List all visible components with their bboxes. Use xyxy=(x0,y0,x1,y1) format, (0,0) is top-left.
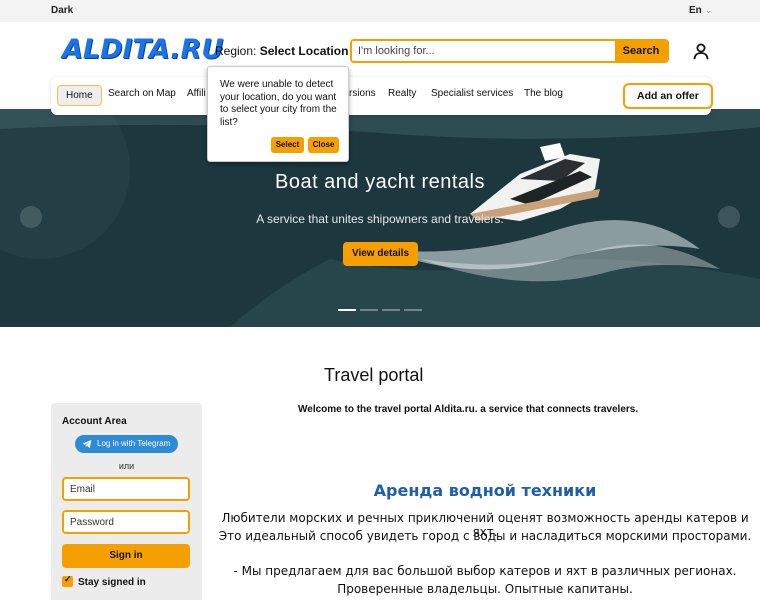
nav-item-excursions[interactable]: rsions xyxy=(349,88,376,99)
search-input[interactable] xyxy=(352,41,616,61)
main-nav: Home Search on Map Affili rsions Realty … xyxy=(51,77,713,115)
checkmark-icon: ✓ xyxy=(64,574,72,584)
search-bar: Search xyxy=(350,39,669,63)
article-paragraph: Проверенные владельцы. Опытные капитаны. xyxy=(337,582,633,596)
nav-item-realty[interactable]: Realty xyxy=(388,88,416,99)
top-bar: Dark En ⌄ xyxy=(0,0,760,22)
region-selector[interactable]: Region: Select Location⌄ xyxy=(215,44,359,58)
slider-dot[interactable] xyxy=(360,309,378,311)
hero-title: Boat and yacht rentals xyxy=(274,171,485,193)
location-popup-message: We were unable to detect your location, … xyxy=(220,79,337,128)
nav-item-search-on-map[interactable]: Search on Map xyxy=(108,88,176,99)
page-title: Travel portal xyxy=(324,365,424,385)
checkbox-checked[interactable]: ✓ xyxy=(62,574,73,587)
chevron-down-icon: ⌄ xyxy=(704,5,713,15)
stay-signed-in-label: Stay signed in xyxy=(78,577,146,588)
view-details-button[interactable]: View details xyxy=(343,242,418,266)
search-button[interactable]: Search xyxy=(615,41,667,61)
add-offer-button[interactable]: Add an offer xyxy=(623,83,713,109)
nav-item-blog[interactable]: The blog xyxy=(524,88,563,99)
telegram-login-button[interactable]: Log in with Telegram xyxy=(75,435,178,453)
telegram-icon xyxy=(82,440,92,448)
location-popup: We were unable to detect your location, … xyxy=(207,66,349,162)
hero-subtitle: A service that unites shipowners and tra… xyxy=(256,212,504,226)
article-paragraph: Это идеальный способ увидеть город с вод… xyxy=(218,529,752,543)
nav-item-affiliate[interactable]: Affili xyxy=(187,88,206,99)
theme-toggle[interactable]: Dark xyxy=(51,5,73,16)
region-value: Select Location xyxy=(259,44,349,58)
article-paragraph: - Мы предлагаем для вас большой выбор ка… xyxy=(233,564,737,578)
telegram-login-label: Log in with Telegram xyxy=(97,439,171,448)
hero-slider: Boat and yacht rentals A service that un… xyxy=(0,109,760,327)
slider-dots xyxy=(338,309,422,312)
slider-dot[interactable] xyxy=(338,309,356,311)
slider-dot[interactable] xyxy=(382,309,400,311)
close-popup-button[interactable]: Close xyxy=(308,137,339,153)
password-field[interactable] xyxy=(62,510,190,534)
language-selector[interactable]: En ⌄ xyxy=(689,5,712,16)
nav-item-specialist-services[interactable]: Specialist services xyxy=(431,88,513,99)
account-panel: Account Area Log in with Telegram или Si… xyxy=(51,403,202,600)
welcome-text: Welcome to the travel portal Aldita.ru. … xyxy=(298,404,639,415)
language-label: En xyxy=(689,5,702,16)
or-divider: или xyxy=(118,461,135,471)
account-title: Account Area xyxy=(62,416,127,427)
slider-dot[interactable] xyxy=(404,309,422,311)
select-city-button[interactable]: Select xyxy=(271,137,304,153)
site-logo[interactable]: ALDITA.RU xyxy=(62,34,223,65)
article-title: Аренда водной техники xyxy=(373,481,597,500)
user-icon[interactable] xyxy=(692,42,710,60)
region-label: Region: xyxy=(215,44,257,58)
sign-in-button[interactable]: Sign in xyxy=(62,544,190,568)
nav-item-home[interactable]: Home xyxy=(57,85,102,106)
